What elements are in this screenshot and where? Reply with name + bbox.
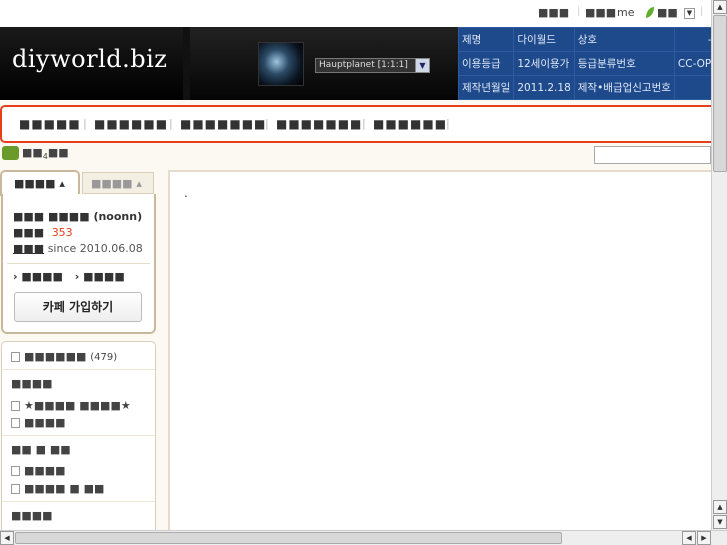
scroll-left-icon[interactable]: ◀ xyxy=(682,531,696,545)
scroll-up-icon[interactable]: ▲ xyxy=(713,500,727,514)
scroll-thumb[interactable] xyxy=(15,532,562,544)
member-level: ■■4■■ xyxy=(2,146,69,161)
member-icon xyxy=(2,146,19,160)
cafe-profile: ■■■ ■■■■ (noonn) ■■■ 353 ■■■ since 2010.… xyxy=(1,194,156,334)
board-label: ★■■■■ ■■■■★ xyxy=(24,399,131,412)
board-label: ■■■■ ■ ■■ xyxy=(24,482,105,495)
menu-separator: | xyxy=(169,117,173,130)
since-label: ■■■ xyxy=(13,242,45,255)
board-section-title: ■■■■ xyxy=(11,377,53,390)
chevron-down-icon[interactable]: ▼ xyxy=(415,58,430,73)
divider xyxy=(2,369,155,370)
table-cell: 제작년월일 xyxy=(457,75,515,100)
board-list: ■■■■■■ (479) ■■■■ ★■■■■ ■■■■★ ■■■■ ■■ ■ … xyxy=(1,341,156,536)
owner-id[interactable]: (noonn) xyxy=(93,210,142,223)
owner-label: ■■■ ■■■■ xyxy=(13,210,90,223)
search-input[interactable] xyxy=(594,146,711,164)
vertical-scrollbar[interactable]: ▲ ▲ ▼ xyxy=(711,0,727,530)
document-icon xyxy=(11,352,20,362)
leaf-icon xyxy=(646,7,654,18)
all-posts-count: (479) xyxy=(90,352,118,363)
sidebar-tabs: ■■■■ ▴ ■■■■ ▴ xyxy=(0,170,156,196)
utility-bar: ■■■ | ■■■ me ■■ ▼ | xyxy=(0,0,711,27)
menu-item[interactable]: ■■■■■ xyxy=(19,117,81,131)
util-separator: | xyxy=(577,6,581,17)
owner-row: ■■■ ■■■■ (noonn) xyxy=(13,210,142,223)
divider xyxy=(7,263,150,264)
table-cell: 다이월드 xyxy=(513,27,575,52)
planet-image xyxy=(258,42,304,86)
table-cell: 제작•배급업신고번호 xyxy=(573,75,675,100)
dropdown-icon[interactable]: ▼ xyxy=(684,8,695,19)
folder-icon xyxy=(11,401,20,411)
member-label: ■■ xyxy=(22,146,43,159)
profile-links: › ■■■■ › ■■■■ xyxy=(13,270,125,283)
folder-icon xyxy=(11,418,20,428)
table-cell: 2011.2.18 xyxy=(513,75,575,100)
util-me-label[interactable]: me xyxy=(617,6,634,19)
list-item[interactable]: ■■■■■■ (479) xyxy=(11,350,117,363)
tab-my-activity[interactable]: ■■■■ ▴ xyxy=(82,172,154,194)
menu-separator: | xyxy=(83,117,87,130)
util-link-3[interactable]: ■■ xyxy=(657,6,678,19)
table-row: 제명 다이월드 상호 - xyxy=(457,27,727,52)
menu-item[interactable]: ■■■■■■ xyxy=(94,117,168,131)
divider xyxy=(2,435,155,436)
member-suffix: ■■ xyxy=(47,146,69,159)
board-section-title: ■■■■ xyxy=(11,509,53,522)
document-icon xyxy=(11,466,20,476)
divider xyxy=(2,501,155,502)
menu-item[interactable]: ■■■■■■■ xyxy=(180,117,266,131)
menu-item[interactable]: ■■■■■■ xyxy=(373,117,447,131)
horizontal-scrollbar[interactable]: ◀ ◀ ▶ xyxy=(0,530,727,545)
menu-separator: | xyxy=(265,117,269,130)
list-item[interactable]: ■■■■ xyxy=(11,416,66,429)
list-item[interactable]: ■■■■ xyxy=(11,464,66,477)
page: ■■■ | ■■■ me ■■ ▼ | diyworld.biz Hauptpl… xyxy=(0,0,727,545)
util-link-2[interactable]: ■■■ xyxy=(585,6,616,19)
scroll-thumb[interactable] xyxy=(713,15,727,172)
join-cafe-button[interactable]: 카페 가입하기 xyxy=(14,292,142,322)
board-label: ■■■■ xyxy=(24,464,66,477)
content-text: . xyxy=(184,186,188,200)
util-separator: | xyxy=(700,6,704,17)
member-count[interactable]: 353 xyxy=(52,226,73,239)
scroll-right-icon[interactable]: ▶ xyxy=(697,531,711,545)
menu-separator: | xyxy=(446,117,450,130)
table-row: 제작년월일 2011.2.18 제작•배급업신고번호 - xyxy=(457,75,727,100)
member-count-label: ■■■ xyxy=(13,226,45,239)
tab-cafe-info[interactable]: ■■■■ ▴ xyxy=(0,170,80,196)
scroll-left-icon[interactable]: ◀ xyxy=(0,531,14,545)
document-icon xyxy=(11,484,20,494)
scroll-down-icon[interactable]: ▼ xyxy=(713,515,727,529)
table-cell: 12세이용가 xyxy=(513,51,575,76)
profile-link-1[interactable]: › ■■■■ xyxy=(13,270,63,283)
table-row: 이용등급 12세이용가 등급분류번호 CC-OP-1102 xyxy=(457,51,727,76)
planet-select[interactable]: Hauptplanet [1:1:1] xyxy=(315,58,430,73)
game-rating-info: 제명 다이월드 상호 - 이용등급 12세이용가 등급분류번호 CC-OP-11… xyxy=(457,27,727,100)
game-banner: Hauptplanet [1:1:1] ▼ xyxy=(190,27,458,100)
list-item[interactable]: ★■■■■ ■■■■★ xyxy=(11,399,131,412)
all-posts-label: ■■■■■■ xyxy=(24,350,87,363)
table-cell: 등급분류번호 xyxy=(573,51,675,76)
menu-item[interactable]: ■■■■■■■ xyxy=(276,117,362,131)
scroll-up-icon[interactable]: ▲ xyxy=(713,0,727,14)
list-item[interactable]: ■■■■ ■ ■■ xyxy=(11,482,104,495)
since-row: ■■■ since 2010.06.08 xyxy=(13,242,143,255)
profile-link-2[interactable]: › ■■■■ xyxy=(75,270,125,283)
board-section-title: ■■ ■ ■■ xyxy=(11,443,71,456)
site-logo[interactable]: diyworld.biz xyxy=(0,27,183,100)
main-content: . xyxy=(168,170,711,536)
table-cell: 이용등급 xyxy=(457,51,515,76)
cafe-header: diyworld.biz Hauptplanet [1:1:1] ▼ 제명 다이… xyxy=(0,27,727,100)
member-count-row: ■■■ 353 xyxy=(13,226,73,239)
util-link-1[interactable]: ■■■ xyxy=(538,6,569,19)
menu-separator: | xyxy=(362,117,366,130)
table-cell: 제명 xyxy=(457,27,515,52)
main-menu: ■■■■■ | ■■■■■■ | ■■■■■■■ | ■■■■■■■ | ■■■… xyxy=(0,105,718,143)
since-date: since 2010.06.08 xyxy=(47,242,143,255)
board-label: ■■■■ xyxy=(24,416,66,429)
table-cell: 상호 xyxy=(573,27,675,52)
